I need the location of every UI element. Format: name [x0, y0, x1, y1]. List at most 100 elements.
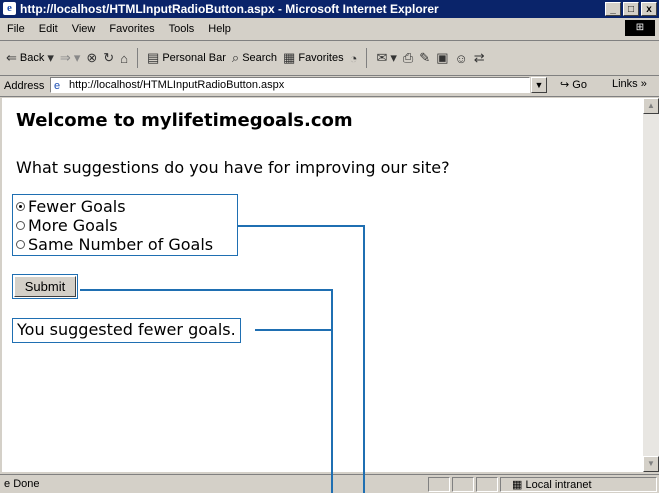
status-text: Done: [13, 478, 40, 490]
history-button[interactable]: ◔: [350, 51, 358, 66]
edit-icon: ✎: [419, 50, 431, 65]
stop-icon: ⊗: [86, 50, 98, 65]
radio-same-number[interactable]: Same Number of Goals: [16, 235, 237, 254]
search-label: Search: [242, 52, 278, 64]
go-button[interactable]: ↪ Go: [560, 78, 587, 91]
favorites-label: Favorites: [298, 52, 344, 64]
menu-file[interactable]: File: [0, 23, 32, 35]
minimize-button[interactable]: _: [605, 2, 621, 16]
home-button[interactable]: ⌂: [120, 51, 128, 66]
ie-logo-icon: e: [3, 2, 16, 15]
radio-selected-icon[interactable]: [16, 202, 25, 211]
mail-button[interactable]: ✉ ▾: [376, 50, 396, 66]
browser-window: e http://localhost/HTMLInputRadioButton.…: [0, 0, 659, 493]
zone-indicator: ▦ Local intranet: [512, 478, 592, 491]
radio-fewer-goals[interactable]: Fewer Goals: [16, 197, 237, 216]
status-text-wrap: e Done: [4, 478, 39, 490]
forward-dropdown-icon: ▾: [73, 50, 81, 65]
menu-edit[interactable]: Edit: [32, 23, 65, 35]
forward-arrow-icon: ⇒: [59, 50, 71, 65]
title-bar: e http://localhost/HTMLInputRadioButton.…: [0, 0, 659, 18]
toolbar-separator: [134, 48, 141, 68]
personal-bar-button[interactable]: ▤ Personal Bar: [147, 50, 226, 66]
radio-more-goals[interactable]: More Goals: [16, 216, 237, 235]
page-heading: Welcome to mylifetimegoals.com: [16, 110, 353, 131]
status-pane: [476, 477, 498, 492]
favorites-button[interactable]: ▦ Favorites: [283, 50, 344, 66]
mail-icon: ✉: [376, 50, 388, 65]
stop-button[interactable]: ⊗: [86, 50, 97, 66]
back-label: Back: [19, 52, 45, 64]
window-title: http://localhost/HTMLInputRadioButton.as…: [20, 2, 439, 16]
close-button[interactable]: x: [641, 2, 657, 16]
related-button[interactable]: ⇄: [474, 50, 485, 66]
menu-bar: File Edit View Favorites Tools Help ⊞: [0, 18, 659, 41]
address-dropdown-button[interactable]: ▼: [531, 77, 547, 93]
callout-line-result-h: [255, 329, 332, 331]
personal-bar-icon: ▤: [147, 50, 160, 65]
callout-line-submit-v: [331, 289, 333, 493]
address-url: http://localhost/HTMLInputRadioButton.as…: [69, 79, 285, 91]
scroll-down-icon[interactable]: ▼: [643, 456, 659, 472]
refresh-button[interactable]: ↻: [103, 50, 114, 66]
menu-view[interactable]: View: [65, 23, 103, 35]
history-icon: ◔: [349, 50, 358, 66]
forward-button[interactable]: ⇒ ▾: [60, 50, 80, 66]
back-dropdown-icon: ▾: [47, 50, 54, 65]
discuss-icon: ▣: [436, 50, 449, 65]
result-message: You suggested fewer goals.: [12, 318, 241, 343]
related-icon: ⇄: [473, 50, 485, 65]
messenger-icon: ☺: [454, 50, 468, 66]
page-icon: e: [54, 80, 61, 92]
status-pane: [428, 477, 450, 492]
callout-line-submit-h: [80, 289, 332, 291]
callout-line-radio-v: [363, 225, 365, 493]
favorites-icon: ▦: [283, 50, 296, 65]
intranet-icon: ▦: [512, 479, 523, 491]
search-button[interactable]: ⌕ Search: [232, 50, 277, 66]
go-label: Go: [572, 79, 587, 91]
back-arrow-icon: ⇐: [6, 50, 17, 65]
links-button[interactable]: Links »: [612, 78, 647, 90]
refresh-icon: ↻: [103, 50, 115, 65]
vertical-scrollbar[interactable]: ▲ ▼: [643, 98, 659, 472]
address-input[interactable]: e http://localhost/HTMLInputRadioButton.…: [50, 77, 530, 93]
maximize-button[interactable]: □: [623, 2, 639, 16]
print-button[interactable]: ⎙: [403, 50, 413, 66]
print-icon: ⎙: [402, 50, 414, 65]
radio-label: Same Number of Goals: [28, 235, 214, 254]
standard-toolbar: ⇐ Back ▾ ⇒ ▾ ⊗ ↻ ⌂ ▤ Personal Bar ⌕ Sear…: [0, 41, 659, 76]
callout-line-radio-h: [238, 225, 364, 227]
radio-unselected-icon[interactable]: [16, 221, 25, 230]
submit-button[interactable]: Submit: [14, 276, 76, 297]
back-button[interactable]: ⇐ Back ▾: [6, 50, 54, 66]
page-content: Welcome to mylifetimegoals.com What sugg…: [2, 98, 643, 472]
submit-callout-box: Submit: [12, 274, 78, 299]
radio-label: Fewer Goals: [28, 197, 126, 216]
address-label: Address: [4, 80, 45, 92]
radio-unselected-icon[interactable]: [16, 240, 25, 249]
home-icon: ⌂: [120, 50, 129, 66]
search-icon: ⌕: [231, 50, 240, 65]
messenger-button[interactable]: ☺: [455, 51, 468, 66]
address-bar: Address e http://localhost/HTMLInputRadi…: [0, 76, 659, 97]
windows-logo-icon: ⊞: [625, 20, 655, 36]
discuss-button[interactable]: ▣: [436, 50, 448, 66]
radio-label: More Goals: [28, 216, 118, 235]
status-bar: e Done ▦ Local intranet: [0, 474, 659, 494]
question-text: What suggestions do you have for improvi…: [16, 158, 450, 177]
status-page-icon: e: [4, 478, 11, 490]
menu-tools[interactable]: Tools: [162, 23, 202, 35]
edit-button[interactable]: ✎: [419, 50, 430, 66]
menu-help[interactable]: Help: [201, 23, 238, 35]
window-controls: _ □ x: [605, 2, 657, 16]
go-arrow-icon: ↪: [560, 79, 570, 91]
suggestion-radio-group: Fewer Goals More Goals Same Number of Go…: [12, 194, 238, 256]
personal-bar-label: Personal Bar: [162, 52, 226, 64]
mail-dropdown-icon: ▾: [390, 50, 397, 65]
scroll-up-icon[interactable]: ▲: [643, 98, 659, 114]
menu-favorites[interactable]: Favorites: [102, 23, 161, 35]
zone-text: Local intranet: [525, 479, 592, 491]
toolbar-separator-2: [363, 48, 370, 68]
status-pane: [452, 477, 474, 492]
